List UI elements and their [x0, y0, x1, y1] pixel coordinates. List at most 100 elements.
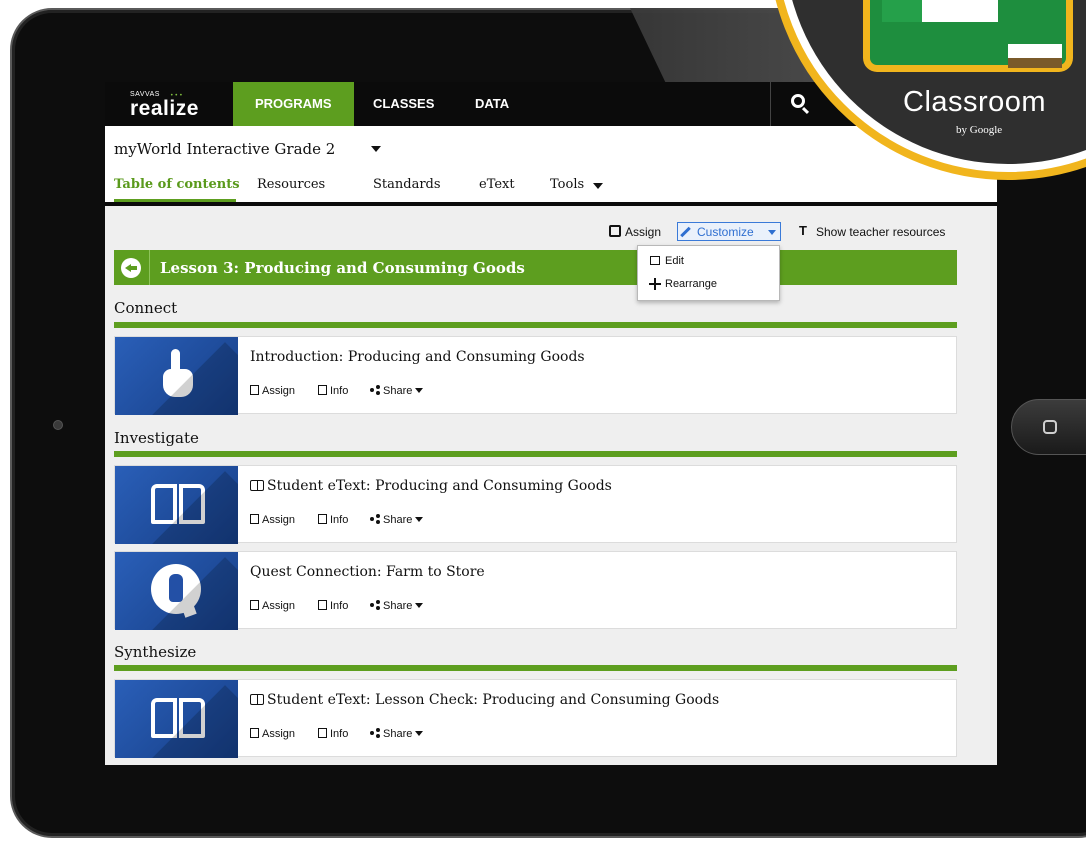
nav-divider [770, 82, 771, 126]
book-icon [250, 694, 264, 705]
item-title[interactable]: Quest Connection: Farm to Store [250, 564, 485, 580]
classroom-board-icon [863, 0, 1073, 72]
share-icon [370, 600, 380, 610]
home-button[interactable] [1011, 399, 1086, 455]
stage: SAVVAS ••• realize PROGRAMS CLASSES DATA… [0, 0, 1086, 841]
camera-icon [53, 420, 63, 430]
info-label: Info [330, 728, 349, 740]
thumbnail[interactable] [115, 337, 238, 415]
info-link[interactable]: Info [318, 728, 348, 740]
chevron-down-icon [415, 603, 424, 608]
app-screen: SAVVAS ••• realize PROGRAMS CLASSES DATA… [105, 82, 997, 765]
tab-resources[interactable]: Resources [257, 177, 325, 192]
chevron-down-icon [415, 517, 424, 522]
info-label: Info [330, 600, 349, 612]
item-title[interactable]: Student eText: Producing and Consuming G… [250, 478, 612, 494]
list-item[interactable]: Student eText: Producing and Consuming G… [114, 465, 957, 544]
list-item[interactable]: Introduction: Producing and Consuming Go… [114, 336, 957, 415]
section-rule [114, 451, 957, 457]
file-icon [318, 385, 327, 395]
list-item[interactable]: Quest Connection: Farm to Store Assign I… [114, 551, 957, 630]
section-rule [114, 665, 957, 671]
menu-item-rearrange[interactable]: Rearrange [649, 278, 717, 290]
quest-icon [151, 564, 201, 614]
assign-icon [609, 225, 621, 237]
show-teacher-resources-button[interactable]: Show teacher resources [816, 225, 945, 239]
assign-label: Assign [262, 385, 296, 397]
customize-label: Customize [697, 225, 754, 239]
item-title-text: Student eText: Lesson Check: Producing a… [267, 692, 720, 708]
section-connect: Connect [114, 299, 178, 317]
chevron-down-icon[interactable] [371, 146, 381, 152]
assign-label: Assign [262, 514, 296, 526]
text-icon: T [799, 223, 807, 238]
share-link[interactable]: Share [370, 728, 424, 740]
chevron-down-icon [768, 230, 776, 235]
customize-button[interactable]: Customize [677, 222, 781, 241]
item-title-text: Student eText: Producing and Consuming G… [267, 478, 612, 494]
share-icon [370, 728, 380, 738]
move-icon [649, 278, 661, 290]
edit-label: Edit [665, 255, 684, 267]
list-item[interactable]: Student eText: Lesson Check: Producing a… [114, 679, 957, 758]
brand-name: realize [130, 97, 199, 120]
brand-dots-icon: ••• [170, 92, 184, 99]
nav-programs[interactable]: PROGRAMS [233, 82, 354, 126]
share-link[interactable]: Share [370, 385, 424, 397]
share-label: Share [383, 514, 413, 526]
assign-label: Assign [262, 600, 296, 612]
classroom-wordmark: Classroom [903, 86, 1047, 118]
rearrange-label: Rearrange [665, 278, 717, 290]
assign-link[interactable]: Assign [250, 385, 295, 397]
item-title[interactable]: Introduction: Producing and Consuming Go… [250, 349, 585, 365]
assign-label: Assign [262, 728, 296, 740]
lesson-divider [149, 250, 150, 285]
assign-icon [250, 385, 259, 395]
item-title[interactable]: Student eText: Lesson Check: Producing a… [250, 692, 719, 708]
nav-data[interactable]: DATA [475, 82, 509, 126]
menu-item-edit[interactable]: Edit [650, 255, 684, 267]
assign-button[interactable]: Assign [625, 225, 661, 239]
tab-etext[interactable]: eText [479, 177, 515, 192]
lesson-title: Lesson 3: Producing and Consuming Goods [160, 259, 525, 277]
assign-link[interactable]: Assign [250, 514, 295, 526]
thumbnail[interactable] [115, 552, 238, 630]
section-investigate: Investigate [114, 429, 199, 447]
search-icon[interactable] [791, 94, 805, 108]
lesson-header: Lesson 3: Producing and Consuming Goods [114, 250, 957, 285]
assign-link[interactable]: Assign [250, 728, 295, 740]
share-icon [370, 385, 380, 395]
back-arrow-icon[interactable] [121, 258, 141, 278]
info-label: Info [330, 385, 349, 397]
tools-caret-icon [593, 183, 603, 189]
info-link[interactable]: Info [318, 385, 348, 397]
tab-table-of-contents[interactable]: Table of contents [114, 177, 240, 192]
pencil-icon [680, 226, 691, 238]
open-book-icon [151, 484, 207, 526]
thumbnail[interactable] [115, 680, 238, 758]
realize-logo[interactable]: SAVVAS ••• realize [130, 91, 199, 119]
tab-standards[interactable]: Standards [373, 177, 441, 192]
share-link[interactable]: Share [370, 514, 424, 526]
file-icon [318, 728, 327, 738]
tab-tools[interactable]: Tools [550, 177, 584, 192]
info-link[interactable]: Info [318, 600, 348, 612]
assign-link[interactable]: Assign [250, 600, 295, 612]
nav-classes[interactable]: CLASSES [373, 82, 434, 126]
info-link[interactable]: Info [318, 514, 348, 526]
info-label: Info [330, 514, 349, 526]
section-rule [114, 322, 957, 328]
share-label: Share [383, 385, 413, 397]
assign-icon [250, 514, 259, 524]
by-google-label: by Google [956, 124, 1003, 136]
assign-icon [250, 728, 259, 738]
share-link[interactable]: Share [370, 600, 424, 612]
thumbnail[interactable] [115, 466, 238, 544]
share-label: Share [383, 728, 413, 740]
chevron-down-icon [415, 388, 424, 393]
section-synthesize: Synthesize [114, 643, 197, 661]
program-title[interactable]: myWorld Interactive Grade 2 [114, 140, 335, 158]
open-book-icon [151, 698, 207, 740]
chevron-down-icon [415, 731, 424, 736]
book-icon [250, 480, 264, 491]
